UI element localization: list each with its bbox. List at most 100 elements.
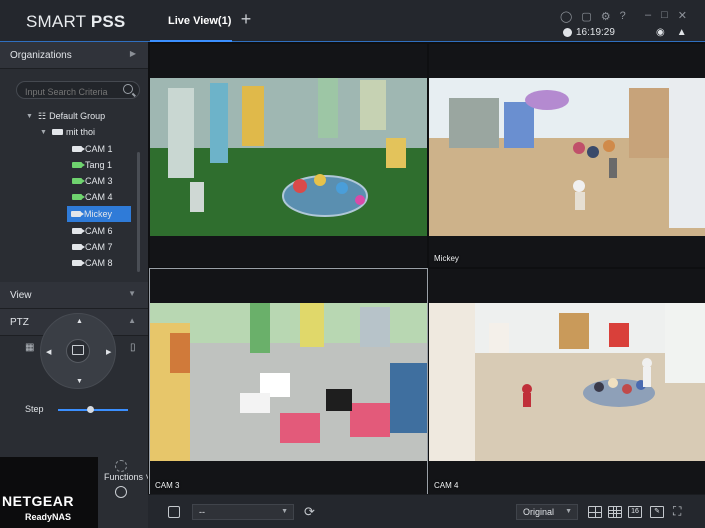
camera-feed: [429, 303, 705, 461]
status-icons: ◉ ▲: [656, 27, 687, 38]
camera-icon: [72, 194, 85, 200]
tree-node-camera[interactable]: Tang 1: [72, 157, 112, 173]
camera-label: Tang 1: [85, 160, 113, 170]
camera-name-overlay: Mickey: [434, 254, 459, 263]
chevron-down-icon: ▼: [128, 289, 136, 298]
top-bar: SMART PSS Live View(1) + ◯ ▢ ⚙ ? – □ ✕ 1…: [0, 0, 705, 42]
add-tab-button[interactable]: +: [238, 10, 254, 28]
expand-icon[interactable]: ▼: [40, 129, 49, 136]
smart-pss-window: SMART PSS Live View(1) + ◯ ▢ ⚙ ? – □ ✕ 1…: [0, 0, 705, 528]
step-slider-knob[interactable]: [86, 406, 94, 413]
chevron-down-icon: ▼: [281, 508, 288, 515]
camera-name-overlay: CAM 3: [155, 481, 180, 490]
tree-node-camera[interactable]: CAM 1: [72, 141, 113, 157]
step-control: Step: [0, 401, 148, 417]
layout-16-button[interactable]: 16: [628, 506, 642, 518]
tree-node-camera-selected[interactable]: Mickey: [67, 206, 131, 222]
tree-node-label: Default Group: [49, 111, 106, 121]
nvr-icon: [52, 129, 63, 135]
video-cell[interactable]: CAM 4: [429, 269, 705, 494]
clock-icon: [563, 28, 572, 37]
settings-icon[interactable]: ⚙: [601, 10, 611, 23]
video-cell-selected[interactable]: CAM 3: [149, 268, 428, 495]
camera-label: CAM 7: [85, 242, 113, 252]
magnifier-icon: [72, 345, 84, 355]
camera-label: CAM 4: [85, 192, 113, 202]
ptz-label: PTZ: [10, 317, 29, 328]
tab-live-view[interactable]: Live View(1): [150, 0, 232, 42]
organizations-label: Organizations: [10, 50, 72, 61]
netgear-logo-text: NETGEAR: [2, 493, 74, 509]
ptz-up-icon[interactable]: ▲: [76, 318, 83, 325]
camera-label: CAM 3: [85, 176, 113, 186]
camera-icon: [71, 211, 84, 217]
ptz-down-icon[interactable]: ▼: [76, 378, 83, 385]
camera-label: CAM 6: [85, 226, 113, 236]
camera-name-overlay: CAM 4: [434, 481, 459, 490]
step-slider[interactable]: [58, 406, 128, 413]
refresh-icon[interactable]: ⟳: [304, 504, 315, 520]
chevron-down-icon: ▼: [565, 508, 572, 515]
window-controls: – □ ✕: [645, 9, 687, 22]
app-logo: SMART PSS: [26, 12, 125, 32]
mouse-icon[interactable]: ▯: [130, 342, 136, 353]
top-icon-group: ◯ ▢ ⚙ ?: [560, 10, 626, 23]
tree-node-camera[interactable]: CAM 3: [72, 173, 113, 189]
ptz-left-icon[interactable]: ◀: [46, 348, 51, 356]
sound-icon[interactable]: ◉: [656, 27, 665, 38]
minimize-icon[interactable]: –: [645, 9, 651, 22]
lock-icon[interactable]: ▢: [581, 10, 591, 23]
tree-node-default-group[interactable]: ▼ ☷ Default Group: [26, 108, 105, 124]
organizations-header[interactable]: Organizations ▶: [0, 42, 148, 69]
layout-4-icon[interactable]: [588, 506, 602, 518]
collapse-icon: ▶: [129, 49, 136, 58]
fullscreen-icon[interactable]: ⛶: [673, 504, 681, 519]
save-view-icon[interactable]: [168, 506, 180, 518]
clock: 16:19:29: [563, 27, 615, 38]
ptz-right-icon[interactable]: ▶: [106, 348, 111, 356]
brand-text-bold: PSS: [90, 12, 126, 31]
functions-label: Functions: [104, 472, 144, 482]
camera-icon: [72, 228, 85, 234]
bell-icon[interactable]: ▲: [677, 27, 687, 38]
tab-live-view-label: Live View(1): [168, 15, 232, 27]
search-input[interactable]: [17, 84, 117, 100]
view-header[interactable]: View ▼: [0, 282, 148, 309]
camera-feed: [150, 303, 427, 461]
tree-node-device[interactable]: ▼ mit thoi: [40, 124, 95, 140]
video-cell[interactable]: [150, 44, 427, 267]
video-cell[interactable]: Mickey: [429, 44, 705, 267]
view-label: View: [10, 290, 32, 301]
tree-node-camera[interactable]: CAM 7: [72, 239, 113, 255]
maximize-icon[interactable]: □: [661, 9, 668, 22]
expand-icon[interactable]: ▼: [26, 113, 35, 120]
preset-icon[interactable]: [115, 460, 127, 472]
step-label: Step: [25, 404, 44, 414]
close-icon[interactable]: ✕: [678, 9, 687, 22]
stream-select[interactable]: -- ▼: [192, 504, 294, 520]
ptz-zoom-button[interactable]: [66, 339, 90, 363]
tour-icon[interactable]: [115, 486, 127, 498]
camera-icon: [72, 178, 85, 184]
bottom-toolbar: -- ▼ ⟳ Original ▼ 16 ✎ ⛶: [148, 494, 705, 528]
tree-scrollbar[interactable]: [137, 152, 140, 272]
grid-layout-icon[interactable]: ▦: [25, 342, 34, 353]
tree-node-camera[interactable]: CAM 8: [72, 255, 113, 271]
aspect-ratio-value: Original: [523, 507, 555, 517]
help-icon[interactable]: ?: [620, 10, 626, 23]
video-grid: Mickey CAM 3 CAM 4: [148, 42, 705, 495]
tree-node-label: mit thoi: [66, 127, 96, 137]
camera-label: CAM 1: [85, 144, 113, 154]
netgear-watermark: NETGEAR ReadyNAS: [0, 457, 98, 528]
layout-9-icon[interactable]: [608, 506, 622, 518]
tree-node-camera[interactable]: CAM 6: [72, 223, 113, 239]
tree-node-camera[interactable]: CAM 4: [72, 189, 113, 205]
custom-layout-icon[interactable]: ✎: [650, 506, 664, 518]
functions-menu[interactable]: Functions ˅: [104, 472, 151, 482]
camera-label: Mickey: [84, 209, 113, 219]
aspect-ratio-select[interactable]: Original ▼: [516, 504, 578, 520]
search-icon[interactable]: [123, 84, 133, 94]
camera-icon: [72, 244, 85, 250]
user-icon[interactable]: ◯: [560, 10, 572, 23]
chevron-up-icon: ▲: [128, 316, 136, 325]
